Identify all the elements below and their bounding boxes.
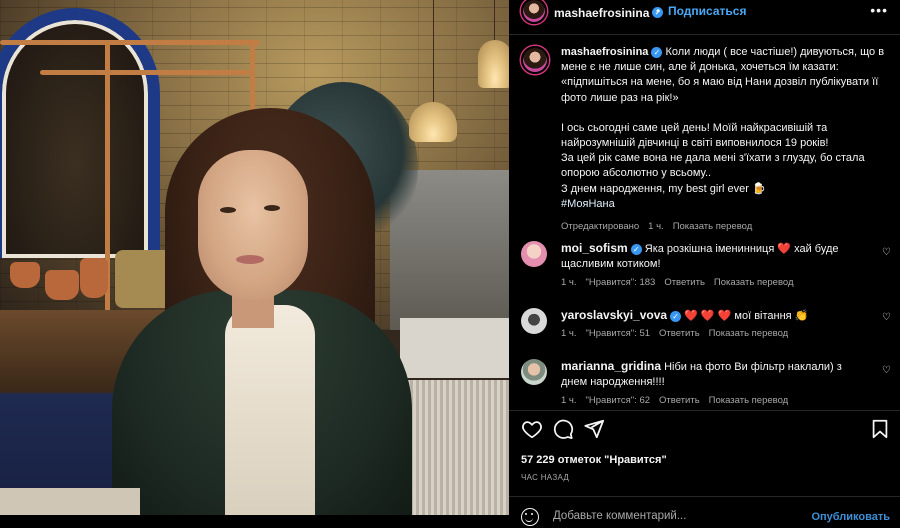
commenter-avatar[interactable] xyxy=(521,241,547,267)
post-timestamp[interactable]: ЧАС НАЗАД xyxy=(521,473,569,482)
caption-body: mashaefrosinina ✓ Коли люди ( все частіше… xyxy=(561,45,896,234)
post-actions xyxy=(521,418,891,442)
clay-pot xyxy=(80,258,108,298)
comment-text: marianna_gridina Ніби на фото Ви фільтр … xyxy=(561,359,866,390)
copper-pipe xyxy=(40,70,250,75)
comment-body: ❤️ ❤️ ❤️ мої вітання 👏 xyxy=(684,310,809,322)
reply-button[interactable]: Ответить xyxy=(659,328,700,339)
lips xyxy=(236,255,264,264)
commenter-username[interactable]: marianna_gridina xyxy=(561,359,661,373)
post-photo[interactable] xyxy=(0,0,509,515)
more-options-icon[interactable]: ••• xyxy=(870,2,888,18)
comment-like-heart-icon[interactable]: ♡ xyxy=(882,312,891,323)
comment-text: moi_sofism ✓ Яка розкішна іменинниця ❤️ х… xyxy=(561,241,866,272)
clay-pot xyxy=(45,270,79,300)
commenter-username[interactable]: yaroslavskyi_vova xyxy=(561,308,667,322)
comment-likes-count[interactable]: "Нравится": 183 xyxy=(586,277,656,288)
eye xyxy=(220,207,236,213)
comment-meta: 1 ч. "Нравится": 51 Ответить Показать перев… xyxy=(561,328,797,339)
copper-pipe xyxy=(0,40,260,45)
caption-author-username[interactable]: mashaefrosinina xyxy=(561,46,648,58)
author-username-link[interactable]: mashaefrosinina ✓ xyxy=(554,4,664,22)
publish-comment-button[interactable]: Опубликовать xyxy=(811,511,890,523)
show-translation-button[interactable]: Показать перевод xyxy=(673,221,753,232)
reply-button[interactable]: Ответить xyxy=(664,277,705,288)
post-header: mashaefrosinina ✓ • Подписаться ••• xyxy=(509,0,900,24)
caption-text: І ось сьогодні саме цей день! Моїй найкр… xyxy=(561,121,829,150)
reply-button[interactable]: Ответить xyxy=(659,395,700,406)
composer-divider xyxy=(509,496,900,497)
background-table xyxy=(400,318,509,378)
comment-text: yaroslavskyi_vova ✓ ❤️ ❤️ ❤️ мої вітання … xyxy=(561,308,866,324)
caption-meta: Отредактировано 1 ч. Показать перевод xyxy=(561,219,896,234)
comment-composer: Опубликовать xyxy=(509,506,900,528)
heart-icon[interactable] xyxy=(521,418,543,440)
bookmark-icon[interactable] xyxy=(869,418,891,440)
header-divider xyxy=(509,34,900,35)
show-translation-button[interactable]: Показать перевод xyxy=(709,328,789,339)
author-username[interactable]: mashaefrosinina xyxy=(554,6,649,20)
wicker-chair xyxy=(395,380,509,515)
commenter-username[interactable]: moi_sofism xyxy=(561,241,628,255)
white-shirt xyxy=(225,305,315,515)
author-avatar[interactable] xyxy=(521,0,547,24)
tiled-arch xyxy=(0,8,160,258)
edited-label: Отредактировано xyxy=(561,221,640,233)
post-side-panel: mashaefrosinina ✓ • Подписаться ••• masha… xyxy=(509,0,900,528)
follow-button[interactable]: Подписаться xyxy=(668,4,746,18)
comment-like-heart-icon[interactable]: ♡ xyxy=(882,247,891,258)
comment-likes-count[interactable]: "Нравится": 51 xyxy=(586,328,651,339)
show-translation-button[interactable]: Показать перевод xyxy=(709,395,789,406)
verified-badge-icon: ✓ xyxy=(670,310,682,322)
clay-pot xyxy=(10,262,40,288)
show-translation-button[interactable]: Показать перевод xyxy=(714,277,794,288)
eye xyxy=(264,205,280,211)
commenter-avatar[interactable] xyxy=(521,359,547,385)
comment-meta: 1 ч. "Нравится": 183 Ответить Показать пере… xyxy=(561,277,803,288)
verified-badge-icon: ✓ xyxy=(630,243,642,255)
comment-time: 1 ч. xyxy=(561,395,577,406)
emoji-icon[interactable] xyxy=(521,508,539,526)
paper-plane-icon[interactable] xyxy=(583,418,605,440)
comment-like-heart-icon[interactable]: ♡ xyxy=(882,365,891,376)
caption-line: mashaefrosinina ✓ Коли люди ( все частіше… xyxy=(561,45,896,75)
comment-time: 1 ч. xyxy=(561,277,577,288)
caption-author-avatar[interactable] xyxy=(521,46,549,74)
verified-badge-icon: ✓ xyxy=(651,46,663,58)
caption-text: За цей рік саме вона не дала мені з'їхат… xyxy=(561,152,865,180)
face xyxy=(198,150,308,300)
lamp-cord xyxy=(494,0,495,40)
comment-input[interactable] xyxy=(553,510,803,522)
hashtag-link[interactable]: #МояНана xyxy=(561,197,896,212)
copper-pipe xyxy=(250,40,255,120)
caption-time: 1 ч. xyxy=(648,221,664,233)
foreground-table xyxy=(0,488,140,515)
lamp-cord xyxy=(433,0,434,103)
comment-icon[interactable] xyxy=(552,418,574,440)
separator-dot: • xyxy=(656,4,661,18)
caption-text: «підпишіться на мене, бо я маю від Нани … xyxy=(561,76,879,104)
comment-meta: 1 ч. "Нравится": 62 Ответить Показать перев… xyxy=(561,395,797,406)
comment-time: 1 ч. xyxy=(561,328,577,339)
actions-divider xyxy=(509,410,900,411)
commenter-avatar[interactable] xyxy=(521,308,547,334)
wicker-lamp xyxy=(478,40,509,88)
comment-likes-count[interactable]: "Нравится": 62 xyxy=(586,395,651,406)
bottom-strip xyxy=(0,515,509,528)
wicker-lamp xyxy=(409,102,457,142)
likes-count[interactable]: 57 229 отметок "Нравится" xyxy=(521,454,667,466)
caption-text: З днем народження, my best girl ever 🍺 xyxy=(561,182,766,195)
